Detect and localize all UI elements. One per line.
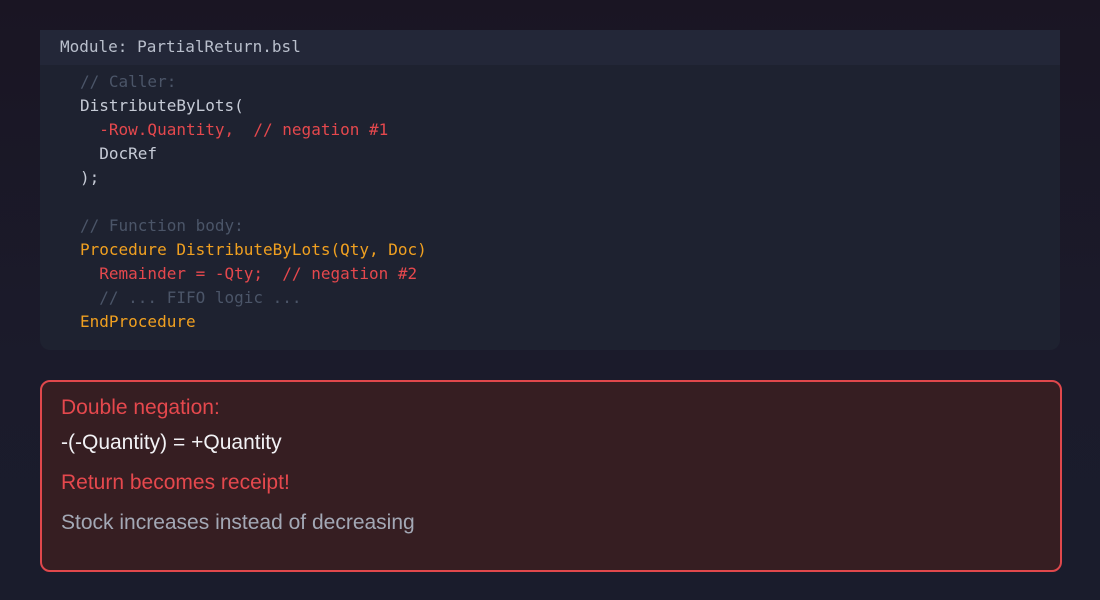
alert-detail: Stock increases instead of decreasing <box>61 511 415 534</box>
code-body: // Caller: DistributeByLots( -Row.Quanti… <box>40 65 1060 334</box>
code-line: // Caller: <box>80 72 177 91</box>
code-line: DistributeByLots( <box>80 96 244 115</box>
code-line: DocRef <box>80 144 158 163</box>
code-line: Procedure DistributeByLots(Qty, Doc) <box>80 240 427 259</box>
module-header: Module: PartialReturn.bsl <box>40 30 1060 65</box>
code-panel: Module: PartialReturn.bsl // Caller: Dis… <box>40 30 1060 350</box>
alert-formula: -(-Quantity) = +Quantity <box>61 431 282 454</box>
code-line: -Row.Quantity, // negation #1 <box>80 120 389 139</box>
code-line: // Function body: <box>80 216 244 235</box>
alert-title: Double negation: <box>61 396 220 419</box>
code-line: ); <box>80 168 100 187</box>
code-line: EndProcedure <box>80 312 196 331</box>
double-negation-alert: Double negation: -(-Quantity) = +Quantit… <box>40 380 1062 572</box>
code-line: Remainder = -Qty; // negation #2 <box>80 264 418 283</box>
alert-warning: Return becomes receipt! <box>61 471 290 494</box>
code-line: // ... FIFO logic ... <box>80 288 302 307</box>
